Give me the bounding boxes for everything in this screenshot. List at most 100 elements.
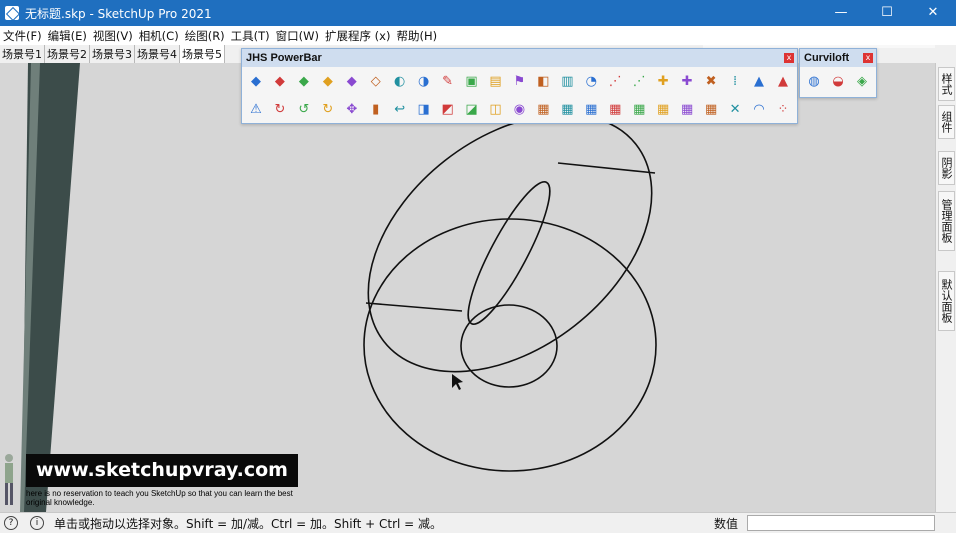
jhs-tool-icon[interactable]: ◧ (531, 69, 555, 93)
mouse-cursor-icon (452, 374, 463, 390)
close-button[interactable]: ✕ (910, 0, 956, 26)
tray-tab-default[interactable]: 默认面板 (938, 271, 955, 331)
toolbar-row: ◍ ◒ ◈ (800, 67, 876, 95)
jhs-tool-icon[interactable]: ◠ (747, 97, 771, 121)
menu-view[interactable]: 视图(V) (90, 28, 136, 44)
menu-draw[interactable]: 绘图(R) (182, 28, 228, 44)
jhs-tool-icon[interactable]: ▦ (603, 97, 627, 121)
close-icon[interactable]: x (784, 53, 794, 63)
jhs-tool-icon[interactable]: ◆ (244, 69, 268, 93)
model-viewport[interactable] (0, 63, 935, 512)
jhs-tool-icon[interactable]: ▲ (747, 69, 771, 93)
jhs-tool-icon[interactable]: ◆ (316, 69, 340, 93)
tray-panel: 样式 组件 阴影 管理面板 默认面板 (935, 63, 956, 512)
toolbar-row: ◆ ◆ ◆ ◆ ◆ ◇ ◐ ◑ ✎ ▣ ▤ ⚑ ◧ ▥ ◔ ⋰ ⋰ ✚ ✚ ✖ ⁞ ▲ ▲ (242, 67, 797, 95)
scale-figure (5, 454, 13, 505)
jhs-tool-icon[interactable]: ◔ (579, 69, 603, 93)
jhs-tool-icon[interactable]: ▦ (675, 97, 699, 121)
small-circle-outline (460, 304, 558, 388)
jhs-tool-icon[interactable]: ⋰ (627, 69, 651, 93)
curviloft-toolbar: Curviloft x ◍ ◒ ◈ (799, 48, 877, 98)
jhs-tool-icon[interactable]: ▮ (364, 97, 388, 121)
jhs-tool-icon[interactable]: ⚠ (244, 97, 268, 121)
scene-tab[interactable]: 场景号1 (0, 45, 45, 63)
jhs-tool-icon[interactable]: ✚ (651, 69, 675, 93)
jhs-tool-icon[interactable]: ▤ (484, 69, 508, 93)
connector-line (365, 302, 463, 312)
tray-tab-styles[interactable]: 样式 (938, 67, 955, 101)
jhs-tool-icon[interactable]: ◇ (364, 69, 388, 93)
minimize-button[interactable]: — (818, 0, 864, 26)
status-bar: ? i 单击或拖动以选择对象。Shift = 加/减。Ctrl = 加。Shif… (0, 512, 956, 533)
watermark-url: www.sketchupvray.com (26, 454, 298, 487)
jhs-tool-icon[interactable]: ⁞ (723, 69, 747, 93)
menu-help[interactable]: 帮助(H) (393, 28, 440, 44)
jhs-tool-icon[interactable]: ⚑ (507, 69, 531, 93)
scene-tabs: 场景号1 场景号2 场景号3 场景号4 场景号5 (0, 45, 240, 63)
jhs-tool-icon[interactable]: ◑ (412, 69, 436, 93)
measurements-label: 数值 (714, 516, 739, 531)
jhs-tool-icon[interactable]: ◫ (484, 97, 508, 121)
menu-tools[interactable]: 工具(T) (228, 28, 273, 44)
large-circle-outline (363, 218, 657, 472)
jhs-tool-icon[interactable]: ▥ (555, 69, 579, 93)
sketchup-logo-icon (5, 6, 19, 20)
jhs-tool-icon[interactable]: ▦ (651, 97, 675, 121)
jhs-tool-icon[interactable]: ◐ (388, 69, 412, 93)
menu-window[interactable]: 窗口(W) (273, 28, 322, 44)
scene-tab[interactable]: 场景号4 (135, 45, 180, 63)
measurements-input[interactable] (747, 515, 935, 531)
curviloft-tool-icon[interactable]: ◍ (802, 69, 826, 93)
jhs-tool-icon[interactable]: ✥ (340, 97, 364, 121)
jhs-tool-icon[interactable]: ✕ (723, 97, 747, 121)
scene-tab[interactable]: 场景号2 (45, 45, 90, 63)
watermark-tagline: here is no reservation to teach you Sket… (26, 489, 293, 507)
jhs-tool-icon[interactable]: ↺ (292, 97, 316, 121)
scene-tab[interactable]: 场景号3 (90, 45, 135, 63)
connector-line (557, 162, 656, 174)
jhs-tool-icon[interactable]: ◆ (340, 69, 364, 93)
tray-tab-components[interactable]: 组件 (938, 105, 955, 139)
jhs-tool-icon[interactable]: ▦ (555, 97, 579, 121)
jhs-tool-icon[interactable]: ▦ (627, 97, 651, 121)
jhs-tool-icon[interactable]: ▣ (460, 69, 484, 93)
jhs-tool-icon[interactable]: ▲ (771, 69, 795, 93)
curviloft-tool-icon[interactable]: ◒ (826, 69, 850, 93)
menu-edit[interactable]: 编辑(E) (45, 28, 90, 44)
jhs-tool-icon[interactable]: ↻ (268, 97, 292, 121)
title-bar: 无标题.skp - SketchUp Pro 2021 — ☐ ✕ (0, 0, 956, 26)
close-icon[interactable]: x (863, 53, 873, 63)
status-message: 单击或拖动以选择对象。Shift = 加/减。Ctrl = 加。Shift + … (54, 516, 443, 531)
jhs-tool-icon[interactable]: ◆ (292, 69, 316, 93)
toolbar-title: JHS PowerBar (242, 49, 797, 67)
jhs-tool-icon[interactable]: ⋰ (603, 69, 627, 93)
menu-camera[interactable]: 相机(C) (136, 28, 182, 44)
maximize-button[interactable]: ☐ (864, 0, 910, 26)
menu-file[interactable]: 文件(F) (0, 28, 45, 44)
model-geometry (5, 63, 657, 512)
jhs-tool-icon[interactable]: ◉ (507, 97, 531, 121)
tray-tab-manage[interactable]: 管理面板 (938, 191, 955, 251)
jhs-tool-icon[interactable]: ▦ (699, 97, 723, 121)
thin-ellipse-outline (467, 181, 551, 325)
hidden-toolbar-ghost (703, 28, 935, 48)
tray-tab-shadows[interactable]: 阴影 (938, 151, 955, 185)
scene-tab-active[interactable]: 场景号5 (180, 45, 225, 63)
jhs-tool-icon[interactable]: ↻ (316, 97, 340, 121)
jhs-tool-icon[interactable]: ✖ (699, 69, 723, 93)
toolbar-row: ⚠ ↻ ↺ ↻ ✥ ▮ ↩ ◨ ◩ ◪ ◫ ◉ ▦ ▦ ▦ ▦ ▦ ▦ ▦ ▦ ✕ ◠ ⁘ (242, 95, 797, 123)
info-icon[interactable]: i (30, 516, 44, 530)
jhs-tool-icon[interactable]: ↩ (388, 97, 412, 121)
jhs-tool-icon[interactable]: ✎ (436, 69, 460, 93)
jhs-tool-icon[interactable]: ▦ (531, 97, 555, 121)
jhs-tool-icon[interactable]: ⁘ (771, 97, 795, 121)
jhs-tool-icon[interactable]: ✚ (675, 69, 699, 93)
jhs-tool-icon[interactable]: ◪ (460, 97, 484, 121)
jhs-tool-icon[interactable]: ◆ (268, 69, 292, 93)
help-icon[interactable]: ? (4, 516, 18, 530)
menu-extensions[interactable]: 扩展程序 (x) (322, 28, 393, 44)
jhs-tool-icon[interactable]: ◩ (436, 97, 460, 121)
curviloft-tool-icon[interactable]: ◈ (850, 69, 874, 93)
jhs-tool-icon[interactable]: ◨ (412, 97, 436, 121)
jhs-tool-icon[interactable]: ▦ (579, 97, 603, 121)
